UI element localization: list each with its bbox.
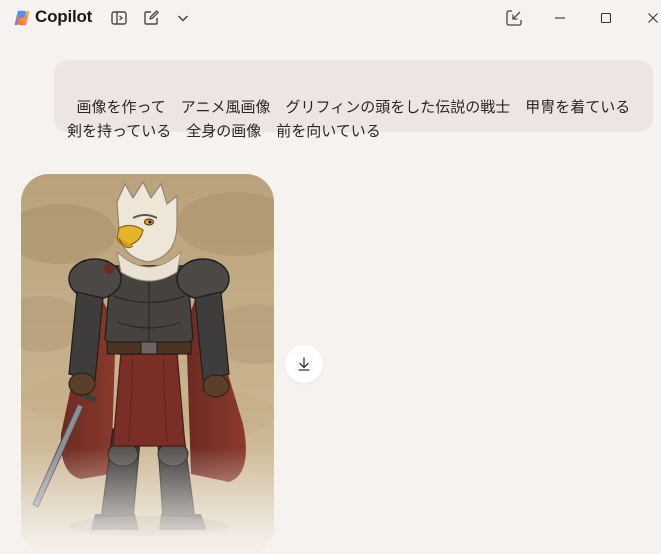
minimize-button[interactable] <box>550 8 570 28</box>
griffin-warrior-illustration <box>21 174 274 554</box>
maximize-button[interactable] <box>596 8 616 28</box>
user-prompt-bubble: 画像を作って アニメ風画像 グリフィンの頭をした伝説の戦士 甲冑を着ている 剣を… <box>54 60 653 140</box>
sidebar-toggle-button[interactable] <box>109 8 129 28</box>
pop-out-icon <box>506 10 522 26</box>
history-dropdown-button[interactable] <box>173 8 193 28</box>
minimize-icon <box>555 17 565 19</box>
maximize-icon <box>600 12 612 24</box>
new-chat-icon <box>144 10 159 25</box>
pop-out-button[interactable] <box>504 8 524 28</box>
sidebar-toggle-icon <box>111 11 127 25</box>
app-title: Copilot <box>35 7 93 26</box>
user-prompt-text: 画像を作って アニメ風画像 グリフィンの頭をした伝説の戦士 甲冑を着ている 剣を… <box>67 98 646 140</box>
copilot-logo-icon <box>14 10 30 26</box>
close-icon <box>648 13 658 23</box>
close-button[interactable] <box>643 8 661 28</box>
generated-image[interactable] <box>21 174 274 554</box>
new-chat-button[interactable] <box>141 8 161 28</box>
title-bar: Copilot <box>0 0 661 36</box>
download-button[interactable] <box>285 345 323 383</box>
chevron-down-icon <box>177 15 189 22</box>
download-icon <box>298 357 310 371</box>
